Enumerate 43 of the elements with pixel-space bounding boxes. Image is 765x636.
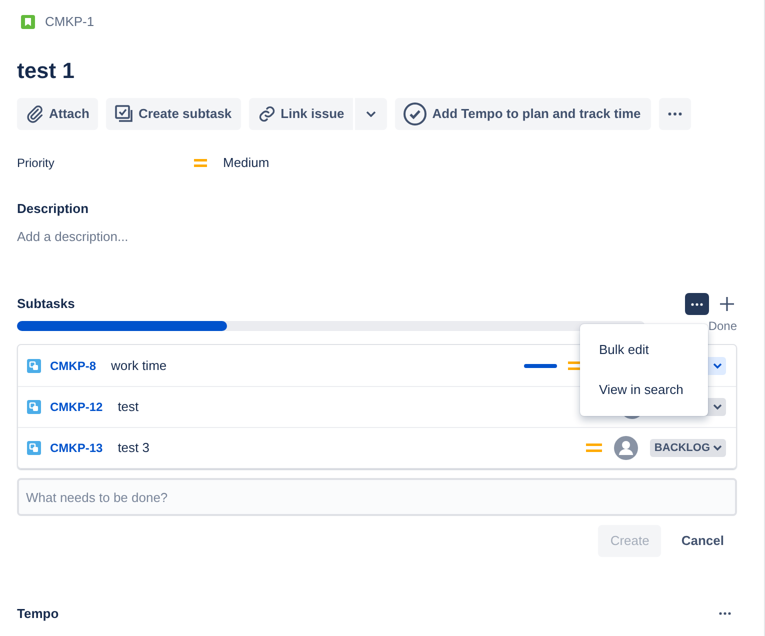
- attach-button[interactable]: Attach: [17, 98, 98, 130]
- subtask-summary[interactable]: work time: [111, 356, 167, 376]
- priority-medium-icon: [194, 158, 207, 168]
- story-icon: [21, 15, 35, 29]
- field-label: Priority: [17, 155, 56, 172]
- chevron-down-icon: [713, 445, 722, 451]
- chevron-down-icon: [713, 404, 722, 410]
- subtask-summary[interactable]: test: [118, 397, 139, 417]
- link-icon: [258, 105, 276, 123]
- add-button[interactable]: [717, 294, 737, 314]
- issue-link[interactable]: CMKP-8: [50, 356, 96, 374]
- progress-label: Done: [708, 319, 737, 333]
- subtask-summary[interactable]: test 3: [118, 438, 150, 458]
- subtask-icon: [27, 400, 41, 414]
- status-dropdown[interactable]: BACKLOG: [650, 439, 726, 457]
- issue-key[interactable]: CMKP-1: [45, 12, 94, 32]
- chevron-down-icon: [713, 362, 722, 368]
- subtask-icon: [27, 358, 41, 372]
- paperclip-icon: [26, 105, 44, 123]
- subtask-icon: [27, 441, 41, 455]
- tempo-button[interactable]: Add Tempo to plan and track time: [395, 98, 651, 130]
- more-icon: [719, 612, 731, 616]
- section-heading: Subtasks: [17, 295, 75, 314]
- menu-item[interactable]: View in search: [580, 370, 708, 410]
- priority-value[interactable]: Medium: [223, 153, 270, 173]
- more-button[interactable]: [685, 293, 709, 315]
- more-icon: [668, 112, 682, 116]
- subtask-button[interactable]: Create subtask: [106, 98, 241, 130]
- issue-title: test 1: [17, 57, 76, 85]
- chevron-down-icon: [366, 111, 376, 117]
- section-heading: Tempo: [17, 605, 59, 623]
- check-circle-icon: [403, 102, 428, 126]
- issue-link[interactable]: CMKP-12: [50, 398, 103, 416]
- issue-link[interactable]: CMKP-13: [50, 439, 103, 457]
- cancel-button[interactable]: Cancel: [669, 525, 736, 557]
- description-placeholder[interactable]: Add a description...: [17, 229, 737, 245]
- plus-icon: [720, 297, 734, 311]
- menu-item[interactable]: Bulk edit: [580, 330, 708, 370]
- input-field[interactable]: What needs to be done?: [17, 478, 737, 516]
- checkbox-stack-icon: [115, 105, 134, 123]
- link-button[interactable]: Link issue: [248, 98, 354, 130]
- section-heading: Description: [17, 201, 90, 217]
- more-icon: [691, 302, 703, 306]
